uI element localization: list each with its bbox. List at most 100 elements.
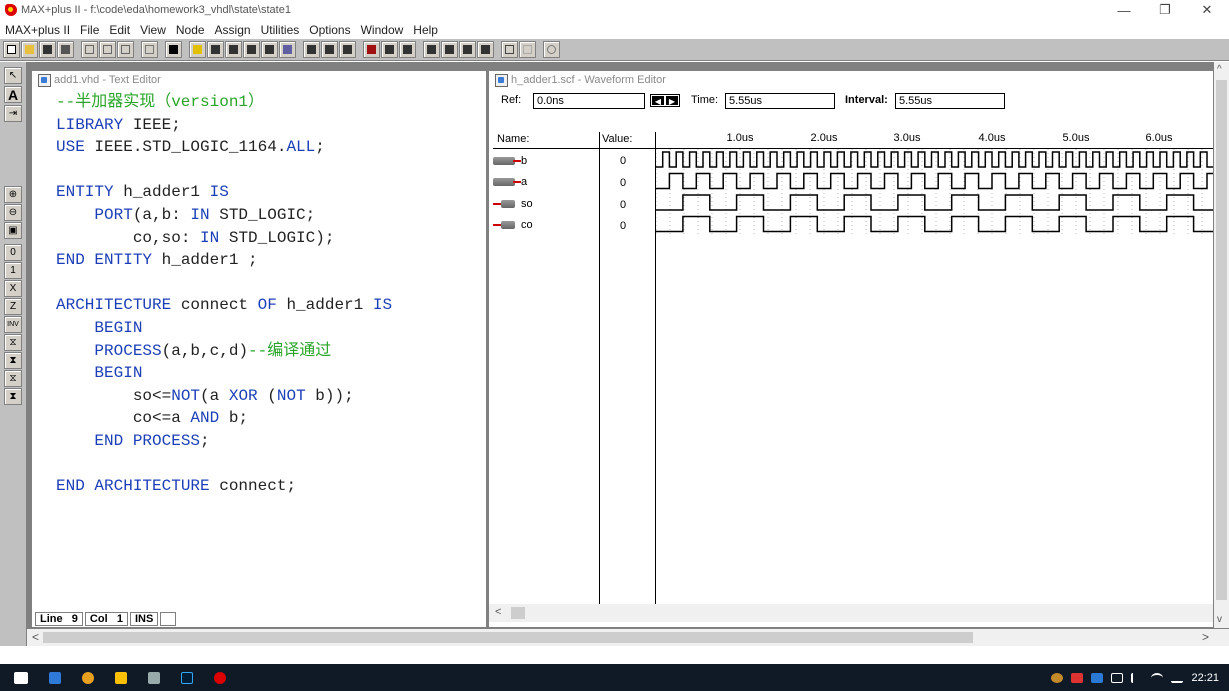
menu-maxplus[interactable]: MAX+plus II (5, 23, 70, 37)
undo-icon[interactable] (141, 41, 158, 58)
clock[interactable]: 22:21 (1191, 672, 1219, 684)
menu-assign[interactable]: Assign (215, 23, 251, 37)
volume-icon[interactable] (1131, 672, 1143, 683)
signal-row-co[interactable]: co (493, 215, 533, 235)
vhdl-code[interactable]: --半加器实现（version1） LIBRARY IEEE; USE IEEE… (56, 91, 392, 498)
set-high-icon[interactable]: 1 (4, 262, 22, 279)
hierarchy-up-icon[interactable] (189, 41, 206, 58)
scroll-up-icon[interactable]: ^ (1217, 64, 1222, 75)
project-save-compile-icon[interactable] (339, 41, 356, 58)
menu-help[interactable]: Help (413, 23, 438, 37)
context-help-icon[interactable] (165, 41, 182, 58)
fit-in-window-icon[interactable]: ▣ (4, 222, 22, 239)
waveform-editor-titlebar[interactable]: h_adder1.scf - Waveform Editor (489, 71, 1213, 89)
signal-row-b[interactable]: b (493, 151, 527, 171)
overwrite-count-icon[interactable]: ⧖ (4, 334, 22, 351)
time-field[interactable]: 5.55us (725, 93, 835, 109)
copy-icon[interactable] (99, 41, 116, 58)
input-method-icon[interactable] (1171, 673, 1184, 683)
file-explorer-icon[interactable] (49, 671, 61, 684)
menu-edit[interactable]: Edit (109, 23, 130, 37)
scroll-down-icon[interactable]: v (1217, 614, 1222, 625)
waveform-display[interactable] (656, 149, 1213, 235)
horizontal-scroll-thumb[interactable] (43, 632, 973, 643)
find-node-icon[interactable] (459, 41, 476, 58)
scroll-left-icon[interactable]: < (32, 630, 39, 644)
signal-row-so[interactable]: so (493, 194, 533, 214)
vertical-scroll-thumb[interactable] (1216, 80, 1227, 600)
set-unknown-icon[interactable]: X (4, 280, 22, 297)
waveform-tool-icon[interactable]: ⇥ (4, 105, 22, 122)
scroll-thumb[interactable] (511, 607, 525, 619)
menu-view[interactable]: View (140, 23, 166, 37)
maxplus-taskbar-icon[interactable] (214, 671, 226, 684)
ref-right-arrow-icon[interactable]: ▶ (666, 96, 678, 106)
open-folder-icon[interactable] (21, 41, 38, 58)
waveform-b[interactable] (656, 151, 1213, 168)
cut-icon[interactable] (81, 41, 98, 58)
set-project-icon[interactable] (423, 41, 440, 58)
save-project-icon[interactable] (381, 41, 398, 58)
interval-field[interactable]: 5.55us (895, 93, 1005, 109)
overwrite-group-icon[interactable]: ⧖ (4, 370, 22, 387)
text-editor-titlebar[interactable]: add1.vhd - Text Editor (32, 71, 486, 89)
menu-node[interactable]: Node (176, 23, 205, 37)
search-source-icon[interactable] (477, 41, 494, 58)
sticky-notes-icon[interactable] (115, 671, 127, 684)
menu-options[interactable]: Options (309, 23, 350, 37)
close-button[interactable]: ✕ (1187, 0, 1227, 20)
text-tool-icon[interactable]: A (4, 86, 22, 103)
overwrite-clock-icon[interactable]: ⧗ (4, 352, 22, 369)
battery-icon[interactable] (1111, 672, 1124, 683)
horizontal-scrollbar[interactable]: < > (27, 629, 1229, 646)
tray-app-icon[interactable] (1051, 672, 1064, 683)
ref-left-arrow-icon[interactable]: ◀ (652, 96, 664, 106)
vertical-scrollbar[interactable]: ^ v (1214, 62, 1229, 628)
timing-analyzer-icon[interactable] (279, 41, 296, 58)
waveform-editor-window[interactable]: h_adder1.scf - Waveform Editor Ref: 0.0n… (488, 70, 1214, 628)
maximize-button[interactable]: ❐ (1145, 0, 1185, 20)
tile-windows-icon[interactable] (501, 41, 518, 58)
zoom-in-icon[interactable]: ⊕ (4, 186, 22, 203)
set-high-impedance-icon[interactable]: Z (4, 298, 22, 315)
cascade-windows-icon[interactable] (519, 41, 536, 58)
chrome-icon[interactable] (82, 671, 94, 684)
scroll-left-icon[interactable]: < (495, 606, 501, 618)
waveform-horizontal-scrollbar[interactable]: < (489, 604, 1213, 622)
hierarchy-display-icon[interactable] (207, 41, 224, 58)
save-icon[interactable] (39, 41, 56, 58)
ref-nav-buttons[interactable]: ◀ ▶ (650, 94, 680, 107)
zoom-icon[interactable] (543, 41, 560, 58)
text-editor-window[interactable]: add1.vhd - Text Editor --半加器实现（version1）… (31, 70, 487, 628)
open-project-icon[interactable] (363, 41, 380, 58)
menu-utilities[interactable]: Utilities (261, 23, 300, 37)
set-low-icon[interactable]: 0 (4, 244, 22, 261)
menu-file[interactable]: File (80, 23, 99, 37)
wifi-icon[interactable] (1151, 672, 1164, 683)
ref-field[interactable]: 0.0ns (533, 93, 645, 109)
photoshop-icon[interactable] (181, 671, 193, 684)
overwrite-state-icon[interactable]: ⧗ (4, 388, 22, 405)
tray-security-icon[interactable] (1071, 672, 1084, 683)
paste-icon[interactable] (117, 41, 134, 58)
invert-icon[interactable]: INV (4, 316, 22, 333)
start-windows-icon[interactable] (14, 671, 28, 684)
find-text-icon[interactable] (441, 41, 458, 58)
compiler-icon[interactable] (243, 41, 260, 58)
scroll-right-icon[interactable]: > (1202, 630, 1209, 644)
floorplan-editor-icon[interactable] (225, 41, 242, 58)
signal-row-a[interactable]: a (493, 172, 527, 192)
programmer-icon[interactable] (303, 41, 320, 58)
simulator-icon[interactable] (261, 41, 278, 58)
save-simulate-icon[interactable] (399, 41, 416, 58)
app-icon[interactable] (148, 671, 160, 684)
tray-network-app-icon[interactable] (1091, 672, 1104, 683)
name-value-divider[interactable] (599, 132, 600, 605)
selection-tool-icon[interactable]: ↖ (4, 67, 22, 84)
print-icon[interactable] (57, 41, 74, 58)
project-save-check-icon[interactable] (321, 41, 338, 58)
zoom-out-icon[interactable]: ⊖ (4, 204, 22, 221)
menu-window[interactable]: Window (361, 23, 404, 37)
minimize-button[interactable]: — (1104, 0, 1144, 20)
new-file-icon[interactable] (3, 41, 20, 58)
